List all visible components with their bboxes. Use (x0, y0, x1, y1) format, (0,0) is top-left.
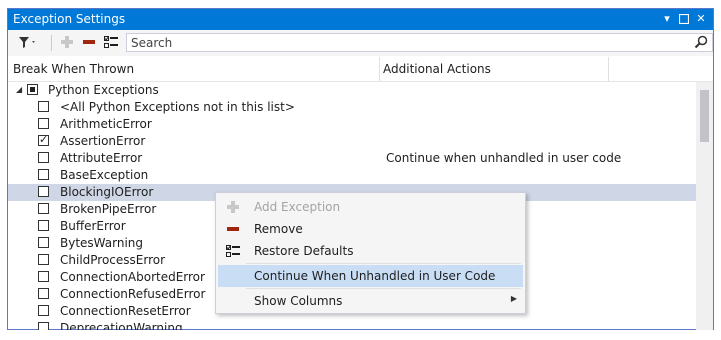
list-item[interactable]: AttributeError Continue when unhandled i… (8, 150, 696, 167)
column-additional-actions[interactable]: Additional Actions (383, 62, 491, 76)
search-icon[interactable] (694, 35, 708, 49)
exception-checkbox[interactable] (38, 118, 49, 129)
search-input[interactable]: Search (131, 36, 172, 50)
exception-name: <All Python Exceptions not in this list> (60, 100, 295, 114)
exception-name: ConnectionResetError (60, 304, 191, 318)
column-separator[interactable] (379, 57, 380, 81)
exception-name: DeprecationWarning (60, 321, 183, 330)
context-menu: Add Exception Remove Restore Defaults Co… (215, 192, 526, 314)
column-header: Break When Thrown Additional Actions (8, 57, 713, 82)
group-label: Python Exceptions (48, 83, 159, 97)
menu-label: Add Exception (254, 200, 341, 214)
exception-checkbox[interactable] (38, 203, 49, 214)
menu-item-continue-unhandled[interactable]: Continue When Unhandled in User Code (218, 265, 523, 287)
restore-defaults-button[interactable] (102, 34, 120, 52)
exception-checkbox[interactable] (38, 101, 49, 112)
window-title: Exception Settings (13, 12, 126, 26)
exception-name: BaseException (60, 168, 149, 182)
exception-checkbox[interactable] (38, 186, 49, 197)
exception-checkbox[interactable] (38, 220, 49, 231)
exception-name: AssertionError (60, 134, 146, 148)
exception-checkbox[interactable] (38, 322, 49, 330)
exception-name: ChildProcessError (60, 253, 166, 267)
filter-icon (19, 37, 35, 48)
toolbar: Search (8, 30, 713, 56)
exception-name: BrokenPipeError (60, 202, 157, 216)
title-bar: Exception Settings ▾ ✕ (8, 9, 713, 30)
menu-item-add-exception[interactable]: Add Exception (218, 196, 523, 218)
exception-checkbox[interactable] (38, 271, 49, 282)
submenu-arrow-icon: ▶ (510, 294, 517, 303)
exception-name: BufferError (60, 219, 126, 233)
exception-checkbox[interactable] (38, 254, 49, 265)
menu-label: Continue When Unhandled in User Code (254, 269, 496, 283)
menu-label: Show Columns (254, 294, 343, 308)
exception-checkbox[interactable] (38, 288, 49, 299)
list-item[interactable]: AssertionError (8, 133, 696, 150)
restore-defaults-icon (226, 245, 240, 257)
menu-item-show-columns[interactable]: Show Columns ▶ (218, 290, 523, 312)
menu-separator (246, 263, 521, 264)
vertical-scrollbar[interactable] (696, 82, 713, 330)
filter-button[interactable] (14, 34, 40, 52)
plus-icon (227, 201, 239, 213)
exception-name: AttributeError (60, 151, 143, 165)
exception-checkbox[interactable] (38, 152, 49, 163)
list-item[interactable]: BaseException (8, 167, 696, 184)
exception-name: ConnectionRefusedError (60, 287, 206, 301)
group-row-python-exceptions[interactable]: ◢ Python Exceptions (8, 82, 696, 99)
exception-checkbox[interactable] (38, 305, 49, 316)
exception-checkbox[interactable] (38, 169, 49, 180)
exception-checkbox[interactable] (38, 133, 49, 146)
scrollbar-thumb[interactable] (700, 90, 709, 142)
restore-defaults-icon (104, 36, 118, 48)
menu-item-remove[interactable]: Remove (218, 218, 523, 240)
remove-button[interactable] (80, 34, 98, 52)
list-item[interactable]: <All Python Exceptions not in this list> (8, 99, 696, 116)
menu-label: Restore Defaults (254, 244, 354, 258)
maximize-icon[interactable] (677, 11, 691, 27)
toolbar-separator (51, 35, 52, 51)
menu-item-restore-defaults[interactable]: Restore Defaults (218, 240, 523, 262)
exception-checkbox[interactable] (38, 237, 49, 248)
additional-action: Continue when unhandled in user code (386, 151, 622, 165)
search-box[interactable]: Search (126, 33, 713, 52)
close-icon[interactable]: ✕ (694, 11, 708, 27)
minus-icon (83, 40, 95, 44)
column-separator[interactable] (608, 57, 609, 81)
exception-name: ArithmeticError (60, 117, 152, 131)
menu-separator (246, 288, 521, 289)
plus-icon (61, 36, 73, 48)
list-item[interactable]: ArithmeticError (8, 116, 696, 133)
dropdown-icon[interactable]: ▾ (660, 11, 674, 27)
exception-name: BytesWarning (60, 236, 144, 250)
expand-collapse-icon[interactable]: ◢ (16, 85, 22, 94)
column-break-when-thrown[interactable]: Break When Thrown (13, 62, 134, 76)
list-item[interactable]: DeprecationWarning (8, 320, 696, 330)
menu-label: Remove (254, 222, 303, 236)
minus-icon (227, 227, 239, 231)
group-checkbox[interactable] (27, 84, 38, 95)
exception-name: ConnectionAbortedError (60, 270, 205, 284)
exception-name: BlockingIOError (60, 185, 154, 199)
add-button[interactable] (58, 34, 76, 52)
